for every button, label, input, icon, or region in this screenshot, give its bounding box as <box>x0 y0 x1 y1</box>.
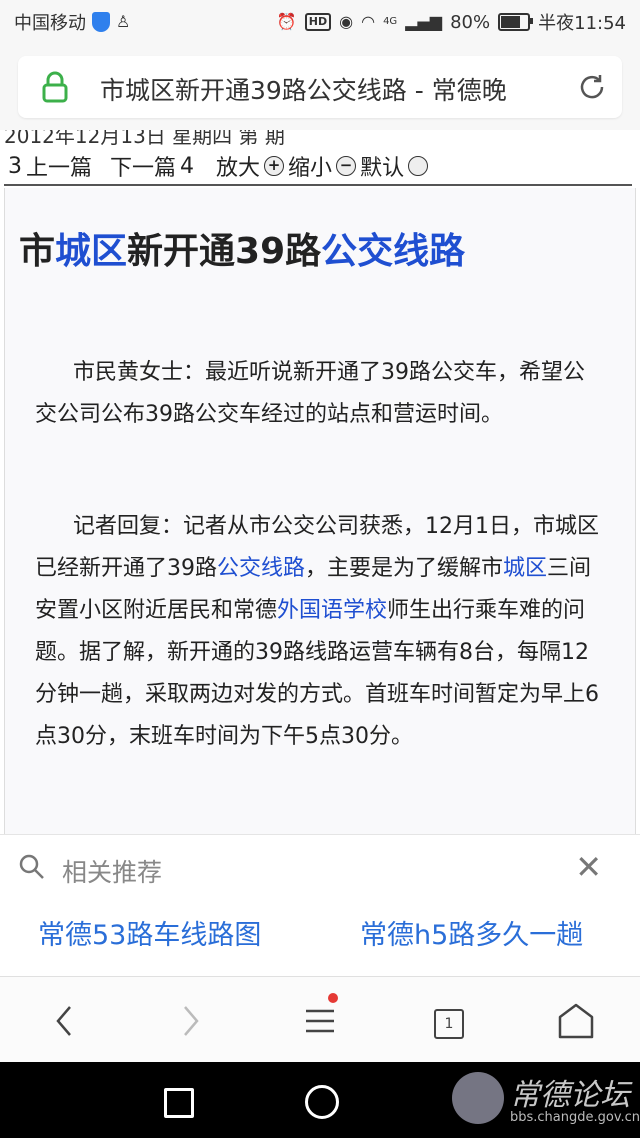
related-recommendations: 相关推荐 ✕ 常德53路车线路图 常德h5路多久一趟 <box>0 834 640 977</box>
home-circle-icon[interactable] <box>305 1085 339 1119</box>
lock-icon <box>42 71 68 103</box>
date-line: 2012年12月13日 星期四 第 期 <box>4 130 285 148</box>
watermark-logo <box>452 1072 504 1124</box>
page-title-in-address-bar[interactable]: 市城区新开通39路公交线路 - 常德晚 <box>100 71 570 107</box>
divider <box>4 184 632 186</box>
watermark-text: 常德论坛 <box>510 1078 630 1113</box>
recommend-item[interactable]: 常德53路车线路图 <box>38 913 261 952</box>
default-zoom-icon[interactable] <box>408 156 429 176</box>
notification-dot <box>328 993 338 1003</box>
title-part: 市 <box>19 231 56 272</box>
alarm-icon: ⏰ <box>276 12 297 31</box>
default-label: 默认 <box>360 156 405 181</box>
title-part: 新开通39路 <box>127 231 322 272</box>
status-bar: 中国移动 ♙ ⏰ HD ◉ ◠ 4G ▂▄▆ 80% 半夜11:54 <box>0 0 640 44</box>
home-icon[interactable] <box>552 997 600 1045</box>
article-paragraph: 记者回复：记者从市公交公司获悉，12月1日，市城区已经新开通了39路公交线路，主… <box>35 506 605 758</box>
zoom-out-icon[interactable]: − <box>336 156 357 176</box>
wifi-icon: ◠ <box>361 12 376 31</box>
forward-icon[interactable] <box>167 997 215 1045</box>
article-nav: 3 上一篇 下一篇 4 放大 + 缩小 − 默认 <box>8 150 429 182</box>
title-keyword-link[interactable]: 城区 <box>55 231 127 272</box>
tab-count: 1 <box>434 1009 464 1039</box>
article-title: 市城区新开通39路公交线路 <box>19 222 465 274</box>
clock: 半夜11:54 <box>538 13 626 34</box>
system-nav-bar: 常德论坛 bbs.changde.gov.cn <box>0 1062 640 1138</box>
paragraph-text: 市民黄女士：最近听说新开通了39路公交车，希望公交公司公布39路公交车经过的站点… <box>35 360 585 427</box>
web-page: 2012年12月13日 星期四 第 期 3 上一篇 下一篇 4 放大 + 缩小 … <box>0 130 640 834</box>
battery-percent: 80% <box>450 11 491 33</box>
battery-fill <box>501 16 521 28</box>
zoom-out-label: 缩小 <box>288 156 333 181</box>
watermark: 常德论坛 bbs.changde.gov.cn <box>452 1066 640 1132</box>
keyword-link[interactable]: 外国语学校 <box>277 598 387 623</box>
network-type: 4G <box>383 16 398 27</box>
hd-icon: HD <box>304 13 332 31</box>
battery-icon <box>498 13 534 31</box>
article: 市城区新开通39路公交线路 市民黄女士：最近听说新开通了39路公交车，希望公交公… <box>4 188 636 834</box>
watermark-url: bbs.changde.gov.cn <box>510 1110 640 1125</box>
reload-icon[interactable] <box>576 71 608 103</box>
browser-toolbar: 1 <box>0 976 640 1063</box>
recommend-item[interactable]: 常德h5路多久一趟 <box>360 913 583 952</box>
status-bar-right: ⏰ HD ◉ ◠ 4G ▂▄▆ 80% 半夜11:54 <box>277 9 626 35</box>
recents-icon[interactable] <box>164 1088 194 1118</box>
carrier-name: 中国移动 <box>14 13 86 34</box>
menu-icon <box>306 1009 334 1033</box>
recommend-label: 相关推荐 <box>62 858 163 887</box>
signal-icon: ▂▄▆ <box>405 12 443 31</box>
address-bar[interactable]: 市城区新开通39路公交线路 - 常德晚 <box>18 56 622 118</box>
keyword-link[interactable]: 公交线路 <box>217 556 305 581</box>
prev-number: 3 <box>8 153 22 179</box>
article-paragraph: 市民黄女士：最近听说新开通了39路公交车，希望公交公司公布39路公交车经过的站点… <box>35 352 605 436</box>
tabs-button[interactable]: 1 <box>424 997 472 1045</box>
status-bar-left: 中国移动 ♙ <box>14 9 130 35</box>
close-icon[interactable]: ✕ <box>575 851 602 883</box>
paragraph-text: ，主要是为了缓解市 <box>305 556 504 581</box>
back-icon[interactable] <box>40 997 88 1045</box>
title-keyword-link[interactable]: 公交线路 <box>321 231 465 272</box>
qq-icon: ♙ <box>116 12 131 31</box>
keyword-link[interactable]: 城区 <box>503 556 547 581</box>
menu-button[interactable] <box>296 993 344 1045</box>
eye-icon: ◉ <box>339 12 354 31</box>
next-article-link[interactable]: 下一篇 <box>110 150 176 182</box>
next-number: 4 <box>180 153 195 179</box>
prev-article-link[interactable]: 上一篇 <box>26 150 92 182</box>
zoom-in-label: 放大 <box>216 156 261 181</box>
browser-header: 市城区新开通39路公交线路 - 常德晚 <box>0 44 640 130</box>
zoom-in-icon[interactable]: + <box>264 156 285 176</box>
search-icon <box>19 854 44 879</box>
shield-icon <box>92 12 110 32</box>
